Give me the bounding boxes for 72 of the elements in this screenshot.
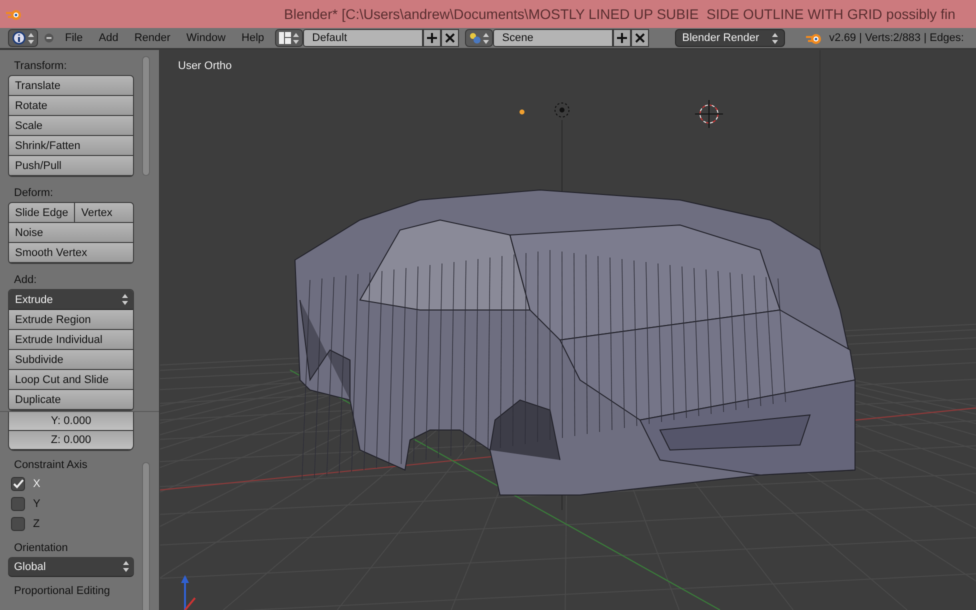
- checkbox[interactable]: [11, 477, 25, 491]
- tool-button[interactable]: Noise: [9, 223, 133, 243]
- app-logo-icon: [805, 31, 824, 45]
- up-down-arrows-icon: [293, 32, 300, 44]
- layout-type-button[interactable]: [275, 29, 304, 47]
- close-icon: [635, 33, 646, 43]
- 3d-viewport[interactable]: User Ortho: [160, 50, 976, 610]
- add-layout-button[interactable]: [423, 29, 442, 47]
- section-title: Add:: [13, 273, 38, 288]
- scene-stats: v2.69 | Verts:2/883 | Edges:: [829, 32, 964, 44]
- up-down-arrows-icon: [483, 32, 490, 44]
- tool-button[interactable]: Smooth Vertex: [9, 243, 133, 263]
- render-engine-dropdown[interactable]: Blender Render: [675, 29, 786, 47]
- plus-icon: [616, 32, 628, 44]
- up-down-arrows-icon: [28, 32, 34, 44]
- tool-button[interactable]: Scale: [9, 116, 133, 136]
- checkbox[interactable]: [11, 517, 25, 531]
- section-title: Deform:: [13, 186, 54, 201]
- menu-item[interactable]: Add: [94, 32, 124, 44]
- delete-layout-button[interactable]: [441, 29, 460, 47]
- tool-button[interactable]: Rotate: [9, 96, 133, 116]
- number-field[interactable]: Z: 0.000: [9, 431, 133, 450]
- view-label: User Ortho: [178, 60, 232, 72]
- layout-field[interactable]: Default: [303, 29, 424, 47]
- editor-type-button[interactable]: [8, 29, 38, 47]
- scene-type-button[interactable]: [465, 29, 494, 47]
- scrollbar[interactable]: [142, 56, 150, 176]
- tool-button[interactable]: Shrink/Fatten: [9, 136, 133, 156]
- axis-gizmo-icon: [181, 575, 196, 610]
- tool-button[interactable]: Duplicate: [9, 390, 133, 410]
- tool-button[interactable]: Push/Pull: [9, 156, 133, 176]
- layout-icon: [279, 32, 292, 44]
- close-icon: [445, 33, 456, 43]
- menu-item[interactable]: File: [60, 32, 88, 44]
- checkbox-label: Y: [33, 498, 40, 510]
- checkbox-label: X: [33, 478, 40, 490]
- origin-dot-icon: [520, 110, 524, 114]
- section-title: Orientation: [13, 541, 69, 556]
- number-field[interactable]: Y: 0.000: [9, 412, 133, 431]
- scene-field[interactable]: Scene: [493, 29, 614, 47]
- tool-button[interactable]: Subdivide: [9, 350, 133, 370]
- tool-button[interactable]: Loop Cut and Slide: [9, 370, 133, 390]
- app-logo-icon: [6, 7, 22, 21]
- scene-icon: [469, 32, 482, 44]
- tool-button[interactable]: Vertex: [75, 203, 133, 223]
- collapse-icon[interactable]: [44, 33, 54, 43]
- orientation-dropdown[interactable]: Global: [8, 557, 134, 577]
- 3d-cursor-icon: [694, 100, 724, 128]
- info-icon: [12, 31, 26, 45]
- section-title: Proportional Editing: [13, 584, 112, 599]
- menu-item[interactable]: Help: [236, 32, 270, 44]
- section-title: Constraint Axis: [13, 458, 88, 473]
- menu-item[interactable]: Window: [181, 32, 231, 44]
- up-down-arrows-icon: [123, 561, 129, 572]
- checkbox[interactable]: [11, 497, 25, 511]
- lamp-icon: [554, 102, 570, 118]
- window-title: Blender* [C:\Users\andrew\Documents\MOSTLY LINED UP SUBIE SIDE OUTLINE WITH GRID possibly fin: [284, 6, 956, 22]
- up-down-arrows-icon: [122, 294, 128, 305]
- up-down-arrows-icon: [772, 32, 778, 44]
- tool-button[interactable]: Translate: [9, 76, 133, 96]
- plus-icon: [426, 32, 438, 44]
- tool-button[interactable]: Extrude Individual: [9, 330, 133, 350]
- tool-button[interactable]: Slide Edge: [9, 203, 76, 223]
- menu-item[interactable]: Render: [129, 32, 176, 44]
- tool-button[interactable]: Extrude Region: [9, 310, 133, 330]
- extrude-dropdown[interactable]: Extrude: [9, 290, 133, 310]
- add-scene-button[interactable]: [613, 29, 632, 47]
- delete-scene-button[interactable]: [631, 29, 650, 47]
- scrollbar[interactable]: [142, 462, 150, 610]
- checkbox-label: Z: [33, 518, 40, 530]
- checkmark-icon: [12, 479, 24, 489]
- section-title: Transform:: [13, 59, 68, 74]
